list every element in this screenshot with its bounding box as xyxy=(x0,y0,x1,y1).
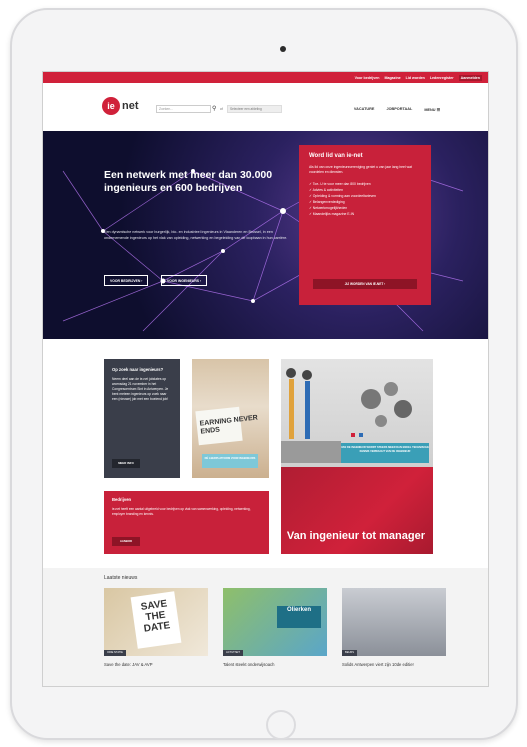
news-tag: BEURS xyxy=(342,650,357,656)
camera-icon xyxy=(280,46,286,52)
hero-text: Een dynamische netwerk voor burgerlijk, … xyxy=(104,230,288,240)
logo-text: net xyxy=(122,100,139,112)
offer-button[interactable]: AANBOD xyxy=(112,537,140,546)
nav-jobportaal[interactable]: JOBPORTAAL xyxy=(386,107,412,112)
more-info-button[interactable]: MEER INFO xyxy=(112,459,140,468)
news-item[interactable]: Olierken ACTIVITEIT Talent steekt onderw… xyxy=(223,588,327,667)
join-panel: Word lid van ie-net Als lid van onze ing… xyxy=(299,145,431,305)
hero-section: Een netwerk met meer dan 30.000 ingenieu… xyxy=(43,131,488,339)
recruit-card: Op zoek naar ingenieurs? Neem deel aan d… xyxy=(104,359,180,478)
news-image: Olierken ACTIVITEIT xyxy=(223,588,327,656)
for-companies-button[interactable]: VOOR BEDRIJVEN › xyxy=(104,275,149,286)
companies-card: Bedrijven ie-net heeft een aantal uitgeb… xyxy=(104,491,269,554)
learning-photo[interactable]: EARNING NEVER ENDS DÉ LEERPLATFORM VOOR … xyxy=(192,359,269,478)
join-text: Als lid van onze ingenieursvereniging ge… xyxy=(309,165,412,174)
topbar-link-lid-worden[interactable]: Lid worden xyxy=(406,76,425,80)
become-member-button[interactable]: JIJ WORDEN VAN IE-NET › xyxy=(313,279,417,289)
news-title: Solids Antwerpen viert zijn 10de editie! xyxy=(342,662,414,667)
save-the-date-card: SAVE THE DATE xyxy=(130,591,182,649)
join-title: Word lid van ie-net xyxy=(309,153,363,159)
top-bar: Voor bedrijven Magazine Lid worden Leden… xyxy=(43,72,488,83)
topbar-link-magazine[interactable]: Magazine xyxy=(384,76,400,80)
manager-title: Van ingenieur tot manager xyxy=(286,530,425,542)
topbar-link-ledenregister[interactable]: Ledenregister xyxy=(430,76,454,80)
news-item[interactable]: SAVE THE DATE ORIE NTATIE Save the date: J… xyxy=(104,588,208,667)
recruit-card-title: Op zoek naar ingenieurs? xyxy=(112,367,164,372)
news-item[interactable]: BEURS Solids Antwerpen viert zijn 10de e… xyxy=(342,588,446,667)
home-button[interactable] xyxy=(266,710,296,740)
companies-card-text: ie-net heeft een aantal uitgebreid voor … xyxy=(112,507,251,516)
learning-caption: DÉ LEERPLATFORM VOOR INGENIEURS xyxy=(202,454,258,468)
or-label: of xyxy=(220,107,223,111)
logo-mark: ie xyxy=(102,97,120,115)
companies-card-title: Bedrijven xyxy=(112,497,132,502)
gears-photo[interactable]: VAN DE INGENIEUR WORDT STEEDS MEER DAN E… xyxy=(281,359,433,467)
logo[interactable]: ie net xyxy=(102,97,139,115)
nav-menu[interactable]: MENU ☰ xyxy=(424,107,440,112)
news-tag: ACTIVITEIT xyxy=(223,650,243,656)
search-icon[interactable]: ⚲ xyxy=(212,105,216,112)
news-title: Save the date: JAV & AVP xyxy=(104,662,153,667)
benefit-item: Maandelijks magazine E-IN xyxy=(309,211,421,217)
header: ie net Zoeken... ⚲ of Selecteer een afde… xyxy=(43,83,488,131)
join-benefits: Toe- U te voor meer dan 800 bedrijven Ad… xyxy=(309,181,421,217)
gears-banner: VAN DE INGENIEUR WORDT STEEDS MEER DAN E… xyxy=(341,443,429,463)
for-engineers-button[interactable]: VOOR INGENIEURS › xyxy=(161,275,208,286)
manager-banner[interactable]: Van ingenieur tot manager xyxy=(281,467,433,554)
screen: Voor bedrijven Magazine Lid worden Leden… xyxy=(42,71,489,687)
search-input[interactable]: Zoeken... xyxy=(156,105,211,113)
news-tag: ORIE NTATIE xyxy=(104,650,126,656)
login-link[interactable]: Aanmelden xyxy=(458,74,482,81)
nav-vacature[interactable]: VACATURE xyxy=(354,107,375,112)
news-title: Talent steekt onderwijsoach xyxy=(223,662,275,667)
hero-title: Een netwerk met meer dan 30.000 ingenieu… xyxy=(104,169,273,194)
news-image: BEURS xyxy=(342,588,446,656)
news-heading: Laatste nieuws xyxy=(104,575,138,581)
news-section: Laatste nieuws SAVE THE DATE ORIE NTATIE S… xyxy=(43,568,488,686)
department-select[interactable]: Selecteer een afdeling xyxy=(227,105,282,113)
recruit-card-text: Neem deel aan de ie-net jobdates op woen… xyxy=(112,376,169,401)
main-nav: VACATURE JOBPORTAAL MENU ☰ xyxy=(354,107,440,112)
topbar-link-bedrijven[interactable]: Voor bedrijven xyxy=(355,76,380,80)
talent-sign: Olierken xyxy=(277,606,321,628)
news-image: SAVE THE DATE ORIE NTATIE xyxy=(104,588,208,656)
